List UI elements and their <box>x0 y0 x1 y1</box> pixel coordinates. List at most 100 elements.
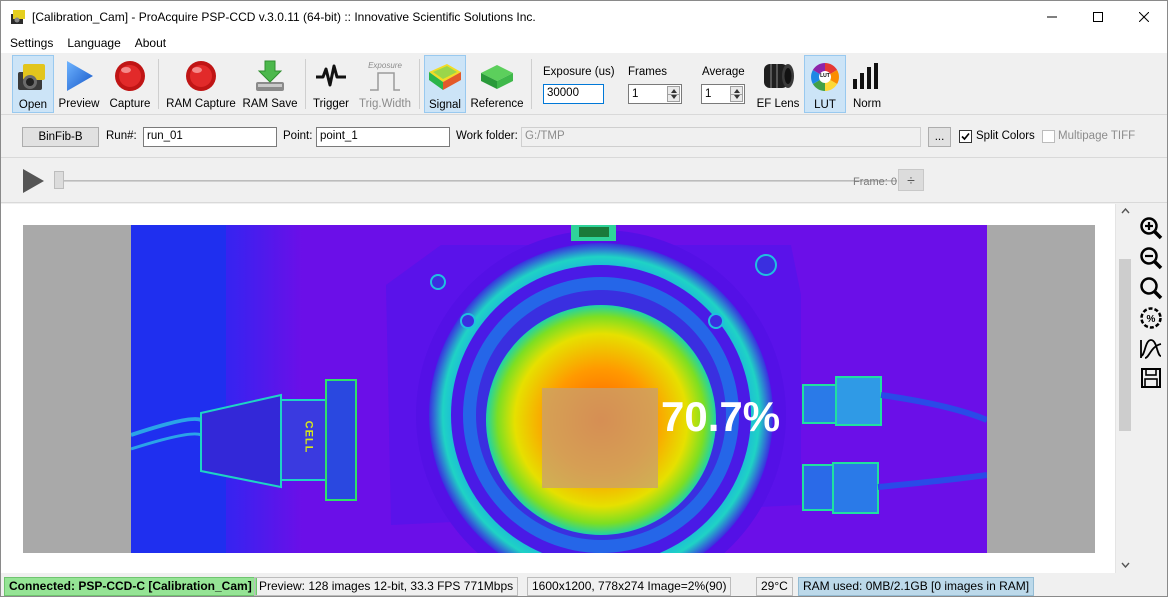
psp-image[interactable]: CELL 70.7% <box>131 225 987 553</box>
title-bar: [Calibration_Cam] - ProAcquire PSP-CCD v… <box>1 1 1167 32</box>
minimize-button[interactable] <box>1029 1 1075 32</box>
lut-button[interactable]: LUT LUT <box>804 55 846 113</box>
average-value: 1 <box>705 88 712 100</box>
status-resolution: 1600x1200, 778x274 Image=2%(90) <box>527 577 732 596</box>
zoom-fit-icon[interactable] <box>1138 275 1164 301</box>
toolbar-separator <box>419 59 420 109</box>
connector-label: CELL <box>302 420 315 454</box>
camera-icon <box>15 58 51 96</box>
open-button[interactable]: Open <box>12 55 54 113</box>
signal-label: Signal <box>429 99 461 111</box>
binfib-button[interactable]: BinFib-B <box>22 127 99 147</box>
menu-language[interactable]: Language <box>60 36 127 50</box>
ram-save-label: RAM Save <box>242 98 298 110</box>
exposure-label: Exposure (us) <box>543 66 615 78</box>
main-toolbar: Open Preview Capture RAM Capture RAM Sav… <box>1 53 1167 115</box>
save-icon[interactable] <box>1138 365 1164 391</box>
status-bar: Connected: PSP-CCD-C [Calibration_Cam] P… <box>1 575 1167 596</box>
preview-button[interactable]: Preview <box>57 55 101 113</box>
frame-slider-track[interactable] <box>57 180 897 182</box>
ram-capture-label: RAM Capture <box>166 98 236 110</box>
trig-width-label: Trig.Width <box>359 98 411 110</box>
reference-label: Reference <box>470 98 524 110</box>
frames-spinbox[interactable]: 1 <box>628 84 682 104</box>
frame-label: Frame: 0 <box>853 176 898 188</box>
app-icon <box>10 9 26 25</box>
ram-save-button[interactable]: RAM Save <box>241 55 299 113</box>
run-input[interactable]: run_01 <box>143 127 277 147</box>
record-icon <box>183 57 219 95</box>
split-colors-label: Split Colors <box>976 130 1035 142</box>
color-wheel-icon: LUT <box>807 58 843 96</box>
frames-label: Frames <box>628 66 667 78</box>
app-window: [Calibration_Cam] - ProAcquire PSP-CCD v… <box>0 0 1168 597</box>
player-bar: Frame: 0 ÷ <box>1 159 1167 203</box>
svg-text:%: % <box>1147 314 1156 325</box>
status-connected: Connected: PSP-CCD-C [Calibration_Cam] <box>4 577 257 596</box>
toolbar-separator <box>158 59 159 109</box>
multipage-tiff-checkbox[interactable] <box>1042 130 1055 143</box>
norm-button[interactable]: Norm <box>848 55 886 113</box>
maximize-button[interactable] <box>1075 1 1121 32</box>
scrollbar-thumb[interactable] <box>1119 259 1131 431</box>
menu-bar: Settings Language About <box>1 32 1167 53</box>
trigger-button[interactable]: Trigger <box>311 55 351 113</box>
zoom-in-icon[interactable] <box>1138 215 1164 241</box>
ram-capture-button[interactable]: RAM Capture <box>165 55 237 113</box>
play-icon <box>61 57 97 95</box>
lut-icon-text: LUT <box>820 73 830 79</box>
capture-label: Capture <box>109 98 151 110</box>
frame-divide-button[interactable]: ÷ <box>898 169 924 191</box>
vertical-scrollbar[interactable] <box>1115 204 1134 573</box>
zoom-out-icon[interactable] <box>1138 245 1164 271</box>
menu-settings[interactable]: Settings <box>3 36 60 50</box>
reference-surface-icon <box>479 57 515 95</box>
trigger-label: Trigger <box>313 98 349 110</box>
zoom-percent-icon[interactable]: % <box>1138 305 1164 331</box>
side-toolbar: % <box>1135 204 1167 573</box>
point-label: Point: <box>283 130 313 142</box>
image-viewer[interactable]: CELL 70.7% <box>1 204 1115 573</box>
curve-icon[interactable] <box>1138 335 1164 361</box>
multipage-tiff-label: Multipage TIFF <box>1058 130 1136 142</box>
run-label: Run#: <box>106 130 137 142</box>
play-icon[interactable] <box>23 169 44 193</box>
exposure-input[interactable]: 30000 <box>543 84 604 104</box>
average-label: Average <box>702 66 745 78</box>
scroll-down-icon[interactable] <box>1121 562 1130 568</box>
lens-icon <box>760 57 796 95</box>
average-spinbox[interactable]: 1 <box>701 84 745 104</box>
scroll-up-icon[interactable] <box>1121 208 1130 214</box>
spin-arrows-icon[interactable] <box>730 86 743 102</box>
checkmark-icon <box>961 132 970 141</box>
signal-button[interactable]: Signal <box>424 55 466 113</box>
preview-label: Preview <box>58 98 100 110</box>
capture-button[interactable]: Capture <box>107 55 153 113</box>
toolbar-separator <box>305 59 306 109</box>
bar-chart-icon <box>849 57 885 95</box>
frame-slider-handle[interactable] <box>54 171 64 189</box>
open-label: Open <box>18 99 48 111</box>
signal-surface-icon <box>427 58 463 96</box>
lut-label: LUT <box>814 99 836 111</box>
record-icon <box>112 57 148 95</box>
reference-button[interactable]: Reference <box>469 55 525 113</box>
workfolder-input[interactable]: G:/TMP <box>521 127 921 147</box>
exposure-pulse-icon: Exposure <box>367 57 403 95</box>
toolbar-separator <box>531 59 532 109</box>
browse-button[interactable]: ... <box>928 127 951 147</box>
point-input[interactable]: point_1 <box>316 127 450 147</box>
download-drive-icon <box>252 57 288 95</box>
trig-width-button[interactable]: Exposure Trig.Width <box>357 55 413 113</box>
menu-about[interactable]: About <box>128 36 173 50</box>
norm-label: Norm <box>852 98 882 110</box>
spin-arrows-icon[interactable] <box>667 86 680 102</box>
ef-lens-label: EF Lens <box>756 98 800 110</box>
status-temperature: 29°C <box>756 577 793 596</box>
pulse-icon <box>313 57 349 95</box>
close-button[interactable] <box>1121 1 1167 32</box>
window-title: [Calibration_Cam] - ProAcquire PSP-CCD v… <box>32 9 536 24</box>
ef-lens-button[interactable]: EF Lens <box>756 55 800 113</box>
overlay-percent-label: 70.7% <box>661 393 781 440</box>
split-colors-checkbox[interactable] <box>959 130 972 143</box>
